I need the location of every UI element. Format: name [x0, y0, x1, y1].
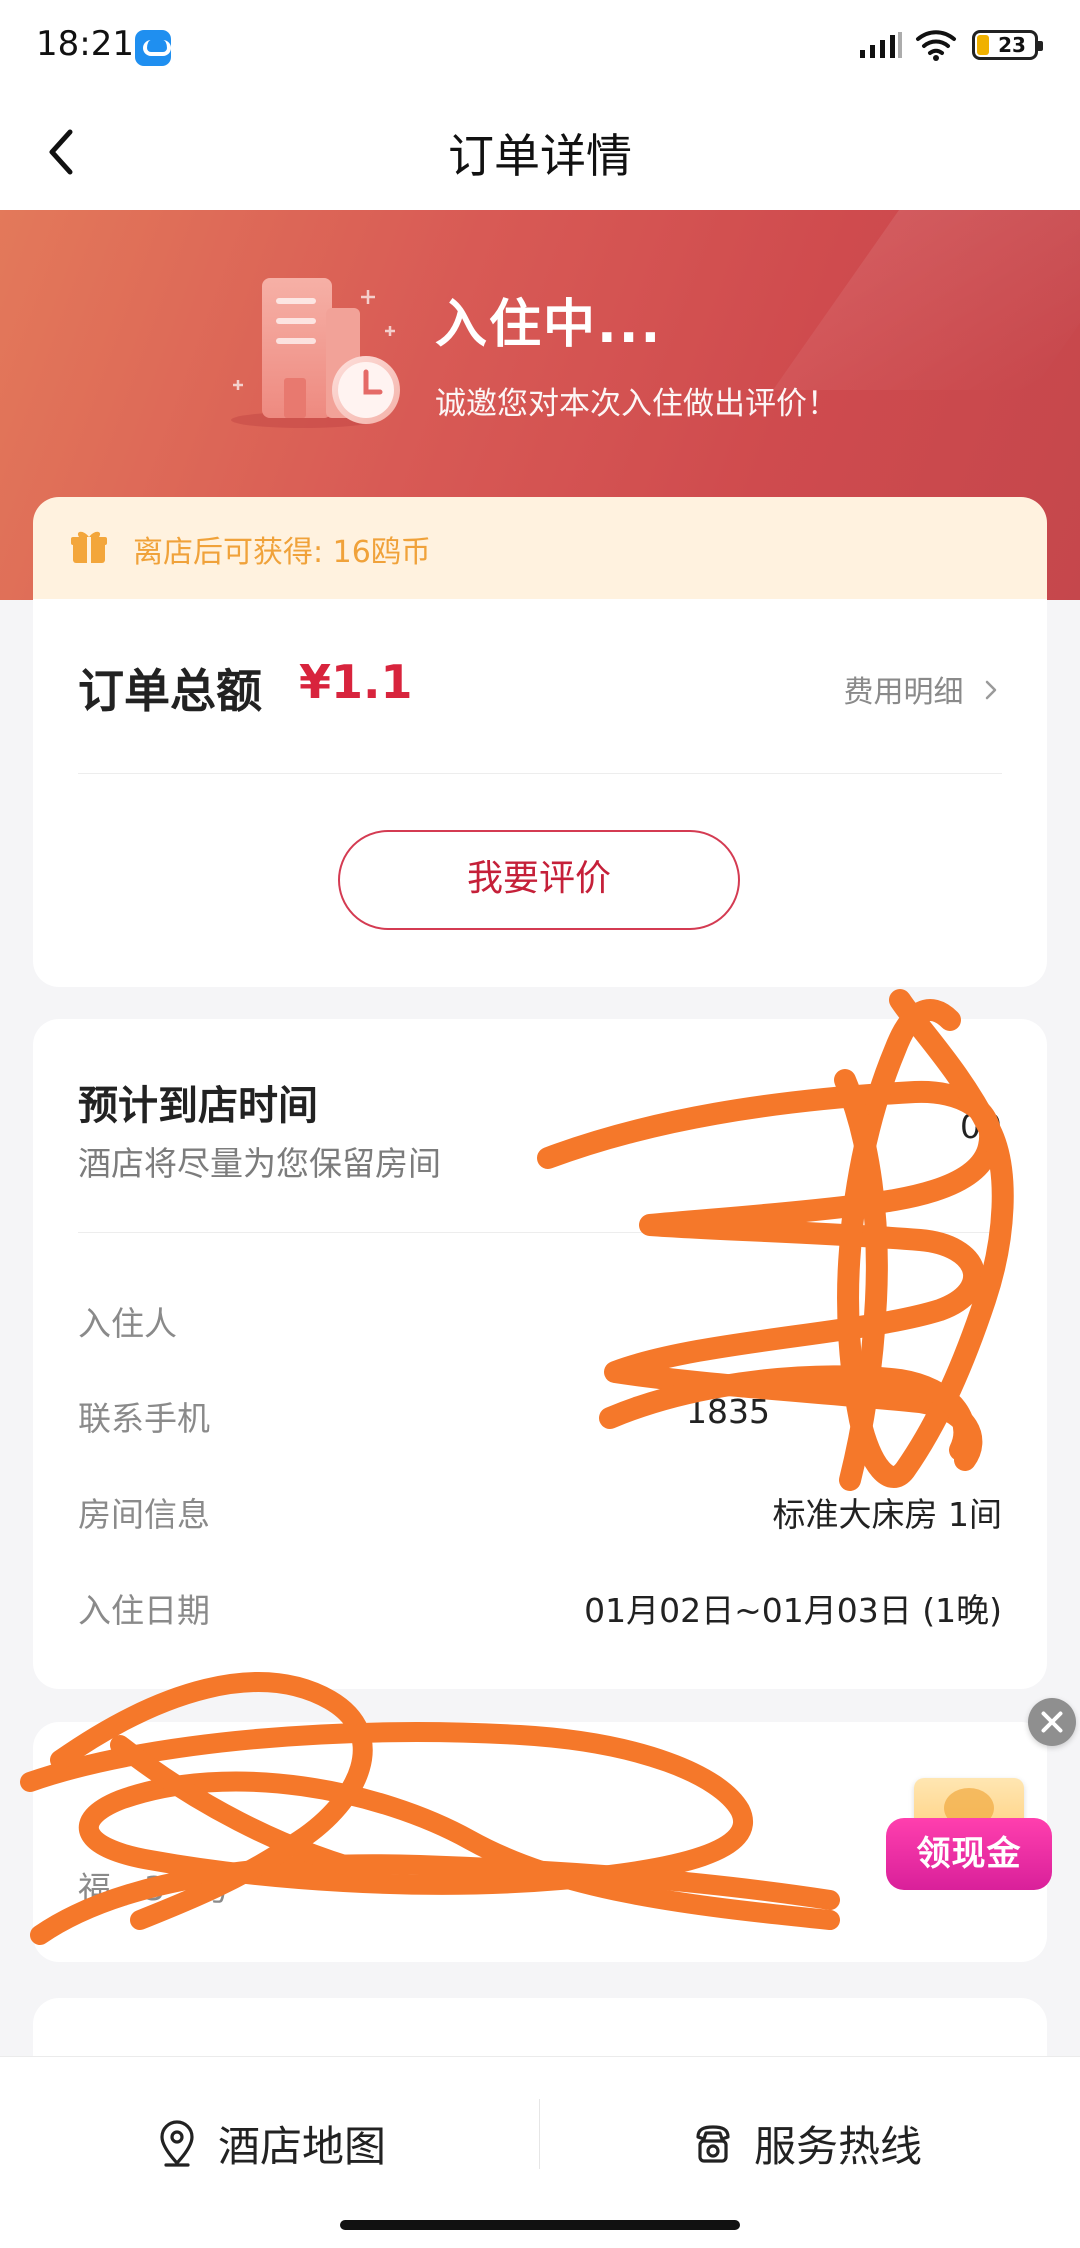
arrival-time-subtitle: 酒店将尽量为您保留房间 [78, 1144, 441, 1183]
checkin-status-subtitle: 诚邀您对本次入住做出评价！ [435, 386, 838, 422]
service-hotline-label: 服务热线 [754, 2122, 923, 2171]
cash-reward-widget[interactable]: 领现金 [886, 1778, 1052, 1890]
room-row: 房间信息 标准大床房 1间 [78, 1488, 1002, 1548]
wifi-icon [916, 30, 956, 61]
signal-icon [860, 32, 902, 58]
battery-percentage: 23 [998, 33, 1026, 57]
nav-bar: 订单详情 [0, 92, 1080, 210]
hotel-map-label: 酒店地图 [218, 2122, 387, 2171]
room-label: 房间信息 [78, 1495, 210, 1534]
write-review-button[interactable]: 我要评价 [338, 830, 740, 930]
reward-text: 离店后可获得: 16鸥币 [133, 535, 431, 570]
order-total-card: 订单总额 ¥1.1 费用明细 我要评价 [33, 599, 1047, 987]
status-time: 18:21 [36, 24, 134, 64]
location-pin-icon [160, 2120, 194, 2167]
order-total-amount: ¥1.1 [299, 655, 413, 709]
phone-row: 联系手机 1835 [78, 1392, 1002, 1452]
divider [78, 773, 1002, 774]
chevron-right-icon [985, 680, 997, 700]
divider [539, 2099, 540, 2169]
phone-value: 1835 [686, 1392, 770, 1431]
reward-banner: 离店后可获得: 16鸥币 [33, 497, 1047, 599]
order-total-label: 订单总额 [78, 664, 262, 718]
hotel-address: 福…3-2号 [78, 1869, 231, 1908]
divider [78, 1232, 1002, 1233]
page-title: 订单详情 [448, 129, 632, 183]
phone-label: 联系手机 [78, 1399, 210, 1438]
hotel-clock-illustration-icon [231, 278, 400, 428]
status-bar: 18:21 23 [0, 0, 1080, 92]
guest-label: 入住人 [78, 1304, 177, 1343]
app-notification-icon [135, 30, 171, 66]
dates-row: 入住日期 01月02日~01月03日 (1晚) [78, 1584, 1002, 1644]
stay-info-card: 预计到店时间 酒店将尽量为您保留房间 00 入住人 联系手机 1835 房间信息… [33, 1019, 1047, 1689]
cash-reward-label: 领现金 [886, 1818, 1052, 1890]
telephone-icon [696, 2125, 730, 2163]
battery-level-fill [977, 35, 989, 55]
fee-detail-link[interactable]: 费用明细 [843, 667, 999, 711]
close-icon[interactable] [1028, 1698, 1076, 1746]
gift-icon [71, 531, 107, 563]
arrival-time-value: 00 [960, 1107, 1002, 1146]
checkin-status-title: 入住中... [435, 295, 663, 355]
home-indicator [340, 2220, 740, 2230]
guest-row: 入住人 [78, 1297, 1002, 1357]
fee-detail-label: 费用明细 [843, 675, 964, 710]
arrival-time-title: 预计到店时间 [78, 1083, 318, 1129]
dates-label: 入住日期 [78, 1591, 210, 1630]
battery-icon: 23 [972, 30, 1043, 60]
dates-value: 01月02日~01月03日 (1晚) [584, 1591, 1002, 1630]
room-value: 标准大床房 1间 [772, 1495, 1003, 1534]
